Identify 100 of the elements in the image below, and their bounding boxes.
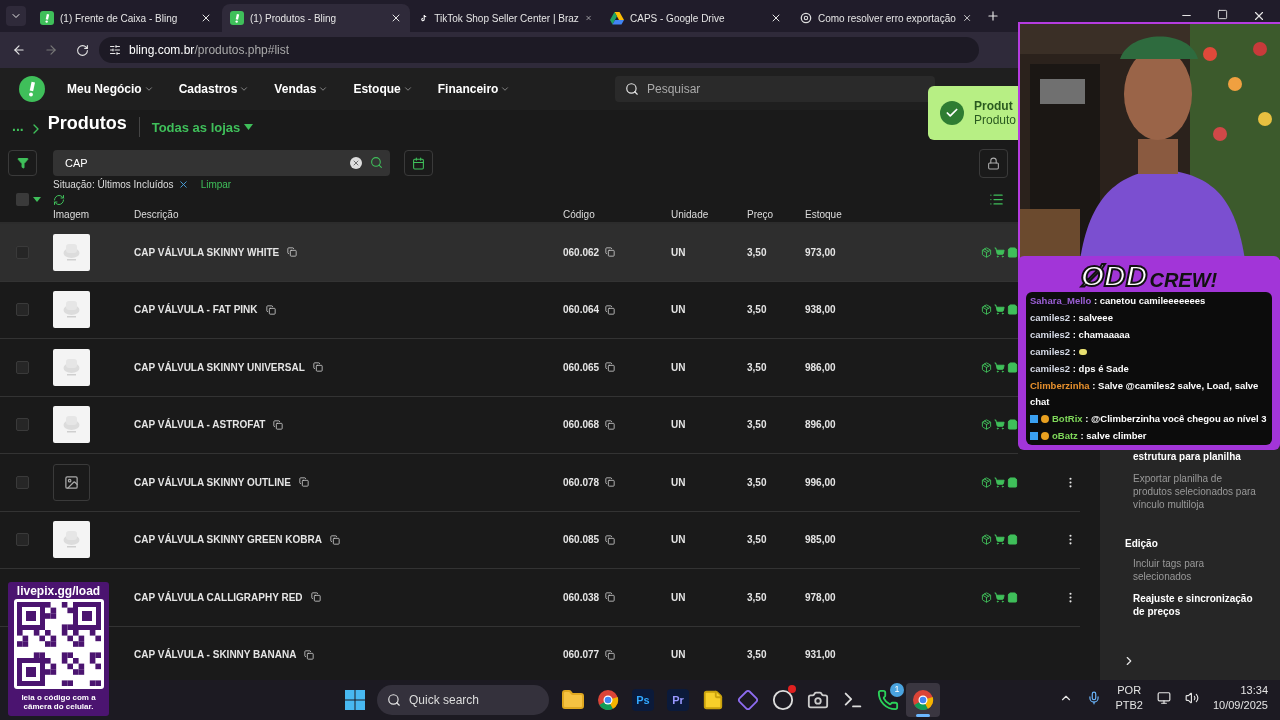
bag-icon[interactable]	[1007, 361, 1018, 373]
nav-menu[interactable]: Vendas	[274, 80, 329, 98]
calendar-button[interactable]	[404, 150, 433, 176]
close-icon[interactable]	[961, 12, 972, 24]
cart-icon[interactable]	[994, 534, 1005, 546]
filter-button[interactable]	[8, 150, 37, 176]
row-checkbox[interactable]	[16, 475, 29, 489]
column-header[interactable]: Descrição	[134, 207, 563, 222]
cart-icon[interactable]	[994, 419, 1005, 431]
network-icon[interactable]	[1156, 691, 1171, 705]
product-description[interactable]: CAP VÁLVULA - FAT PINK	[134, 302, 258, 318]
refresh-icon[interactable]	[53, 193, 65, 206]
box-icon[interactable]	[981, 591, 992, 603]
tab-list-button[interactable]	[6, 6, 26, 26]
column-header[interactable]: Imagem	[53, 207, 134, 222]
store-filter-dropdown[interactable]: Todas as lojas	[151, 117, 254, 137]
nav-menu[interactable]: Cadastros	[178, 80, 250, 98]
copy-icon[interactable]	[605, 592, 616, 603]
box-icon[interactable]	[981, 419, 992, 431]
close-icon[interactable]	[1252, 9, 1266, 23]
taskbar-app[interactable]: Pr	[661, 683, 695, 717]
column-header[interactable]: Unidade	[671, 207, 747, 222]
taskbar-app[interactable]: Ps	[626, 683, 660, 717]
taskbar-app[interactable]	[906, 683, 940, 717]
clock-time[interactable]: 13:34	[1240, 683, 1268, 698]
browser-tab[interactable]: (1) Produtos - Bling	[222, 4, 410, 32]
copy-icon[interactable]	[273, 419, 284, 430]
column-header[interactable]: Estoque	[805, 207, 981, 222]
search-icon[interactable]	[370, 156, 383, 169]
bag-icon[interactable]	[1007, 534, 1018, 546]
product-description[interactable]: CAP VÁLVULA - ASTROFAT	[134, 417, 266, 433]
product-description[interactable]: CAP VÁLVULA SKINNY UNIVERSAL	[134, 359, 305, 375]
caret-icon[interactable]	[33, 197, 41, 202]
copy-icon[interactable]	[265, 304, 276, 315]
cart-icon[interactable]	[994, 246, 1005, 258]
back-icon[interactable]	[12, 43, 26, 57]
copy-icon[interactable]	[605, 362, 616, 373]
product-description[interactable]: CAP VÁLVULA SKINNY OUTLINE	[134, 474, 291, 490]
remove-filter-icon[interactable]	[177, 179, 189, 190]
column-header[interactable]: Preço	[747, 207, 805, 222]
start-icon[interactable]	[344, 689, 366, 711]
forward-icon[interactable]	[44, 43, 58, 57]
bag-icon[interactable]	[1007, 246, 1018, 258]
cart-icon[interactable]	[994, 304, 1005, 316]
cart-icon[interactable]	[994, 476, 1005, 488]
copy-icon[interactable]	[605, 247, 616, 258]
volume-icon[interactable]	[1184, 691, 1199, 705]
copy-icon[interactable]	[298, 477, 309, 488]
search-field[interactable]: CAP	[53, 150, 390, 176]
row-checkbox[interactable]	[16, 418, 29, 432]
bag-icon[interactable]	[1007, 476, 1018, 488]
copy-icon[interactable]	[287, 247, 298, 258]
copy-icon[interactable]	[310, 592, 321, 603]
copy-icon[interactable]	[605, 419, 616, 430]
cart-icon[interactable]	[994, 591, 1005, 603]
browser-tab[interactable]: CAPS - Google Drive	[602, 4, 790, 32]
table-row[interactable]: CAP VÁLVULA SKINNY WHITE 060.062 UN 3,50 973,00	[0, 224, 1018, 282]
copy-icon[interactable]	[304, 649, 315, 660]
product-description[interactable]: CAP VÁLVULA SKINNY WHITE	[134, 244, 280, 260]
layout-label[interactable]: PTB2	[1115, 698, 1143, 713]
clock-date[interactable]: 10/09/2025	[1212, 698, 1268, 713]
bag-icon[interactable]	[1007, 419, 1018, 431]
copy-icon[interactable]	[312, 362, 323, 373]
row-checkbox[interactable]	[16, 533, 29, 547]
nav-menu[interactable]: Meu Negócio	[67, 80, 154, 98]
list-view-icon[interactable]	[989, 192, 1004, 207]
sidebar-action[interactable]: Exportar planilha de produtos selecionados para vínculo multiloja	[1133, 472, 1260, 511]
sidebar-action[interactable]: Reajuste e sincronização de preços	[1133, 592, 1260, 618]
address-field[interactable]: bling.com.br/produtos.php#list	[99, 37, 979, 63]
sidebar-action[interactable]: estrutura para planilha	[1133, 450, 1260, 463]
nav-menu[interactable]: Financeiro	[437, 80, 511, 98]
box-icon[interactable]	[981, 246, 992, 258]
box-icon[interactable]	[981, 304, 992, 316]
box-icon[interactable]	[981, 476, 992, 488]
search-field[interactable]: Pesquisar	[615, 76, 935, 102]
maximize-icon[interactable]	[1217, 9, 1228, 20]
copy-icon[interactable]	[330, 534, 340, 545]
bag-icon[interactable]	[1007, 591, 1018, 603]
column-header[interactable]: Código	[563, 207, 671, 222]
quick-search-field[interactable]: Quick search	[377, 685, 549, 715]
product-description[interactable]: CAP VÁLVULA - SKINNY BANANA	[134, 647, 297, 663]
product-description[interactable]: CAP VÁLVULA SKINNY GREEN KOBRA	[134, 532, 322, 548]
clear-filters-link[interactable]: Limpar	[200, 177, 232, 192]
close-icon[interactable]	[390, 12, 402, 24]
reload-icon[interactable]	[76, 43, 89, 57]
close-icon[interactable]	[770, 12, 782, 24]
sidebar-action[interactable]: Incluir tags para selecionados	[1133, 557, 1260, 583]
nav-menu[interactable]: Estoque	[353, 80, 413, 98]
breadcrumb-link[interactable]: ...	[12, 116, 24, 137]
cart-icon[interactable]	[994, 361, 1005, 373]
product-description[interactable]: CAP VÁLVULA CALLIGRAPHY RED	[134, 589, 303, 605]
copy-icon[interactable]	[605, 534, 616, 545]
microphone-icon[interactable]	[1087, 691, 1102, 705]
row-checkbox[interactable]	[16, 360, 29, 374]
row-checkbox[interactable]	[16, 303, 29, 317]
copy-icon[interactable]	[605, 477, 616, 488]
close-icon[interactable]	[200, 12, 212, 24]
language-label[interactable]: POR	[1117, 683, 1142, 698]
browser-tab[interactable]: Como resolver erro exportação	[792, 4, 980, 32]
browser-tab[interactable]: (1) Frente de Caixa - Bling	[32, 4, 220, 32]
